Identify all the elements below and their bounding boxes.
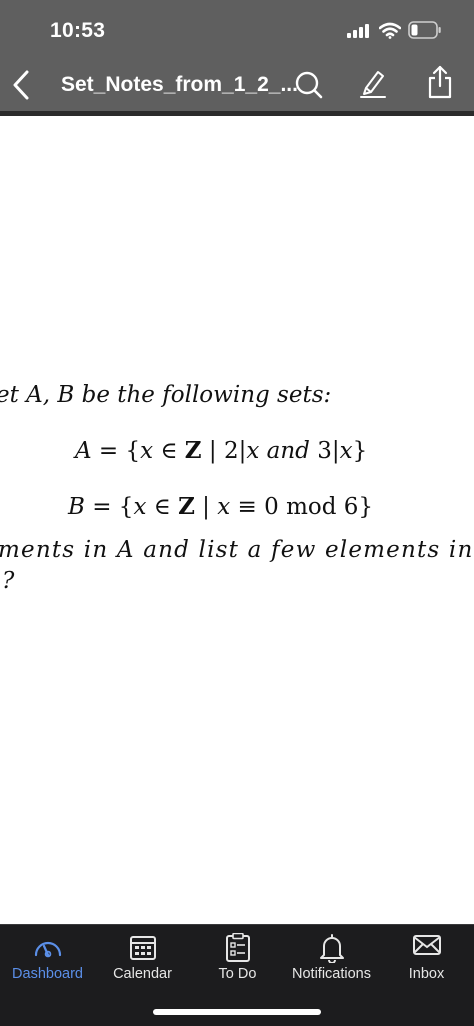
annotate-button[interactable] <box>358 66 388 100</box>
variable-x: x <box>217 494 231 520</box>
equals-brace: = { <box>84 494 134 520</box>
question-line-1: ments in A and list a few elements in B. <box>0 537 474 563</box>
tab-todo[interactable]: To Do <box>190 925 285 1005</box>
divides-two: | 2| <box>201 438 247 464</box>
dashboard-gauge-icon <box>34 941 61 958</box>
document-title: Set_Notes_from_1_2_... <box>61 73 298 96</box>
and-word: and <box>259 438 318 464</box>
set-a-symbol: A <box>75 438 92 464</box>
pdf-page[interactable]: et A, B be the following sets: A = {x ∈ … <box>0 116 474 924</box>
set-a-definition: A = {x ∈ Z | 2|x and 3|x} <box>75 437 367 464</box>
tab-calendar[interactable]: Calendar <box>95 925 190 1005</box>
closing-brace: } <box>352 438 368 464</box>
tab-label: Notifications <box>292 966 371 982</box>
back-chevron-icon <box>13 70 29 100</box>
app-header: 10:53 Set_Notes_from_1_2_... <box>0 0 474 111</box>
variable-x: x <box>246 438 260 464</box>
tab-label: To Do <box>218 966 257 982</box>
congruence-mod-6: ≡ 0 mod 6} <box>230 494 374 520</box>
bell-icon <box>319 934 344 963</box>
intro-text: et A, B be the following sets: <box>0 382 332 408</box>
tab-label: Inbox <box>408 966 445 982</box>
integers-symbol: Z <box>178 493 195 520</box>
back-button[interactable] <box>8 68 38 102</box>
tab-label: Dashboard <box>12 966 83 982</box>
pen-annotate-icon <box>360 71 386 98</box>
set-b-definition: B = {x ∈ Z | x ≡ 0 mod 6} <box>68 493 373 520</box>
todo-list-icon <box>225 933 250 962</box>
envelope-icon <box>412 935 441 955</box>
search-icon <box>295 71 323 99</box>
battery-icon <box>408 21 441 39</box>
set-b-symbol: B <box>68 494 85 520</box>
search-button[interactable] <box>294 69 324 101</box>
equals-brace: = { <box>91 438 141 464</box>
home-indicator <box>153 1009 321 1015</box>
share-button[interactable] <box>425 64 455 100</box>
tab-dashboard[interactable]: Dashboard <box>0 925 95 1005</box>
tab-label: Calendar <box>113 966 172 982</box>
variable-x: x <box>140 438 154 464</box>
share-icon <box>428 65 452 99</box>
element-of-symbol: ∈ <box>153 438 185 464</box>
such-that-bar: | <box>194 494 218 520</box>
element-of-symbol: ∈ <box>146 494 179 520</box>
cellular-signal-icon <box>347 24 369 38</box>
calendar-icon <box>129 936 156 960</box>
status-time: 10:53 <box>50 19 106 42</box>
wifi-icon <box>379 22 401 39</box>
integers-symbol: Z <box>184 437 202 464</box>
variable-x: x <box>339 438 353 464</box>
tab-notifications[interactable]: Notifications <box>284 925 379 1005</box>
question-line-2: ? <box>2 568 15 594</box>
variable-x: x <box>133 494 147 520</box>
divides-three: 3| <box>317 438 340 464</box>
tab-inbox[interactable]: Inbox <box>379 925 474 1005</box>
